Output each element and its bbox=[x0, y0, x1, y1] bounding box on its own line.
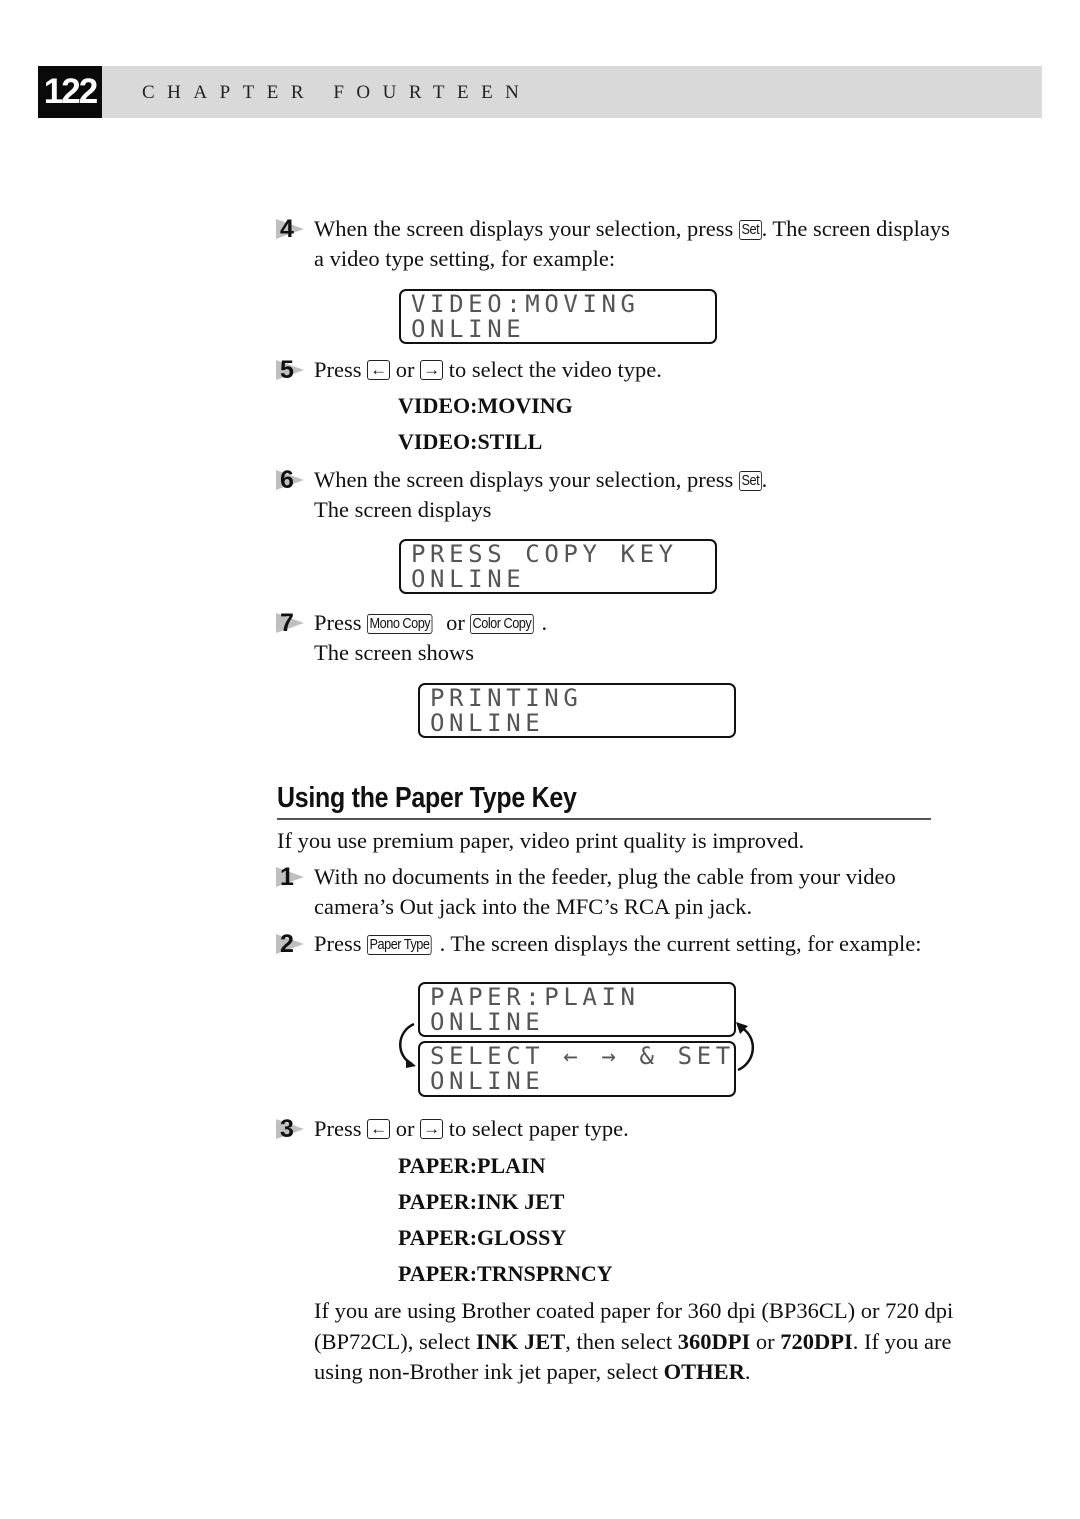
section-divider bbox=[277, 818, 931, 820]
lcd-display-select: SELECT ← → & SET ONLINE bbox=[418, 1041, 736, 1097]
left-arrow-key-icon: ← bbox=[367, 360, 391, 380]
lcd-display: PRESS COPY KEY ONLINE bbox=[399, 539, 717, 594]
step-4-text-line2: a video type setting, for example: bbox=[314, 246, 616, 271]
option-item: VIDEO:STILL bbox=[398, 429, 543, 454]
set-key: Set bbox=[738, 220, 762, 240]
note-line-3: using non-Brother ink jet paper, select … bbox=[314, 1359, 751, 1384]
step-6-marker: 6 bbox=[272, 465, 312, 495]
step-4-text: When the screen displays your selection,… bbox=[314, 216, 950, 241]
page-number: 122 bbox=[38, 66, 102, 118]
step-2-marker: 2 bbox=[272, 929, 312, 959]
step-6-text: When the screen displays your selection,… bbox=[314, 467, 768, 492]
lcd-display: VIDEO:MOVING ONLINE bbox=[399, 289, 717, 344]
option-item: PAPER:GLOSSY bbox=[398, 1225, 567, 1250]
color-copy-key: Color Copy bbox=[470, 614, 535, 634]
step-1-text: With no documents in the feeder, plug th… bbox=[314, 864, 896, 889]
section-heading: Using the Paper Type Key bbox=[277, 782, 577, 814]
section-intro: If you use premium paper, video print qu… bbox=[277, 828, 805, 853]
mono-copy-key: Mono Copy bbox=[367, 614, 433, 634]
option-item: PAPER:PLAIN bbox=[398, 1153, 546, 1178]
option-item: PAPER:TRNSPRNCY bbox=[398, 1261, 613, 1286]
step-5-text: Press ← or → to select the video type. bbox=[314, 357, 662, 382]
chapter-title: CHAPTER FOURTEEN bbox=[142, 82, 532, 103]
cycle-arrow-left-icon bbox=[399, 1022, 416, 1068]
note-line-2: (BP72CL), select INK JET, then select 36… bbox=[314, 1329, 952, 1354]
option-item: VIDEO:MOVING bbox=[398, 393, 573, 418]
left-arrow-key-icon: ← bbox=[367, 1119, 391, 1139]
lcd-display-current: PAPER:PLAIN ONLINE bbox=[418, 982, 736, 1037]
step-1-marker: 1 bbox=[272, 862, 312, 892]
step-3-marker: 3 bbox=[272, 1114, 312, 1144]
paper-type-key: Paper Type bbox=[367, 935, 433, 955]
note-line-1: If you are using Brother coated paper fo… bbox=[314, 1298, 954, 1323]
set-key: Set bbox=[738, 471, 762, 491]
step-7-text-line2: The screen shows bbox=[314, 640, 474, 665]
lcd-display: PRINTING ONLINE bbox=[418, 683, 736, 738]
step-5-marker: 5 bbox=[272, 355, 312, 385]
right-arrow-key-icon: → bbox=[420, 1119, 444, 1139]
right-arrow-key-icon: → bbox=[420, 360, 444, 380]
step-1-text-line2: camera’s Out jack into the MFC’s RCA pin… bbox=[314, 894, 753, 919]
step-3-text: Press ← or → to select paper type. bbox=[314, 1116, 629, 1141]
step-7-text: Press Mono Copy or Color Copy. bbox=[314, 610, 548, 635]
step-4-marker: 4 bbox=[272, 214, 312, 244]
option-item: PAPER:INK JET bbox=[398, 1189, 565, 1214]
step-2-text: Press Paper Type. The screen displays th… bbox=[314, 931, 922, 956]
step-6-text-line2: The screen displays bbox=[314, 497, 492, 522]
cycle-arrow-right-icon bbox=[736, 1022, 754, 1072]
step-7-marker: 7 bbox=[272, 608, 312, 638]
